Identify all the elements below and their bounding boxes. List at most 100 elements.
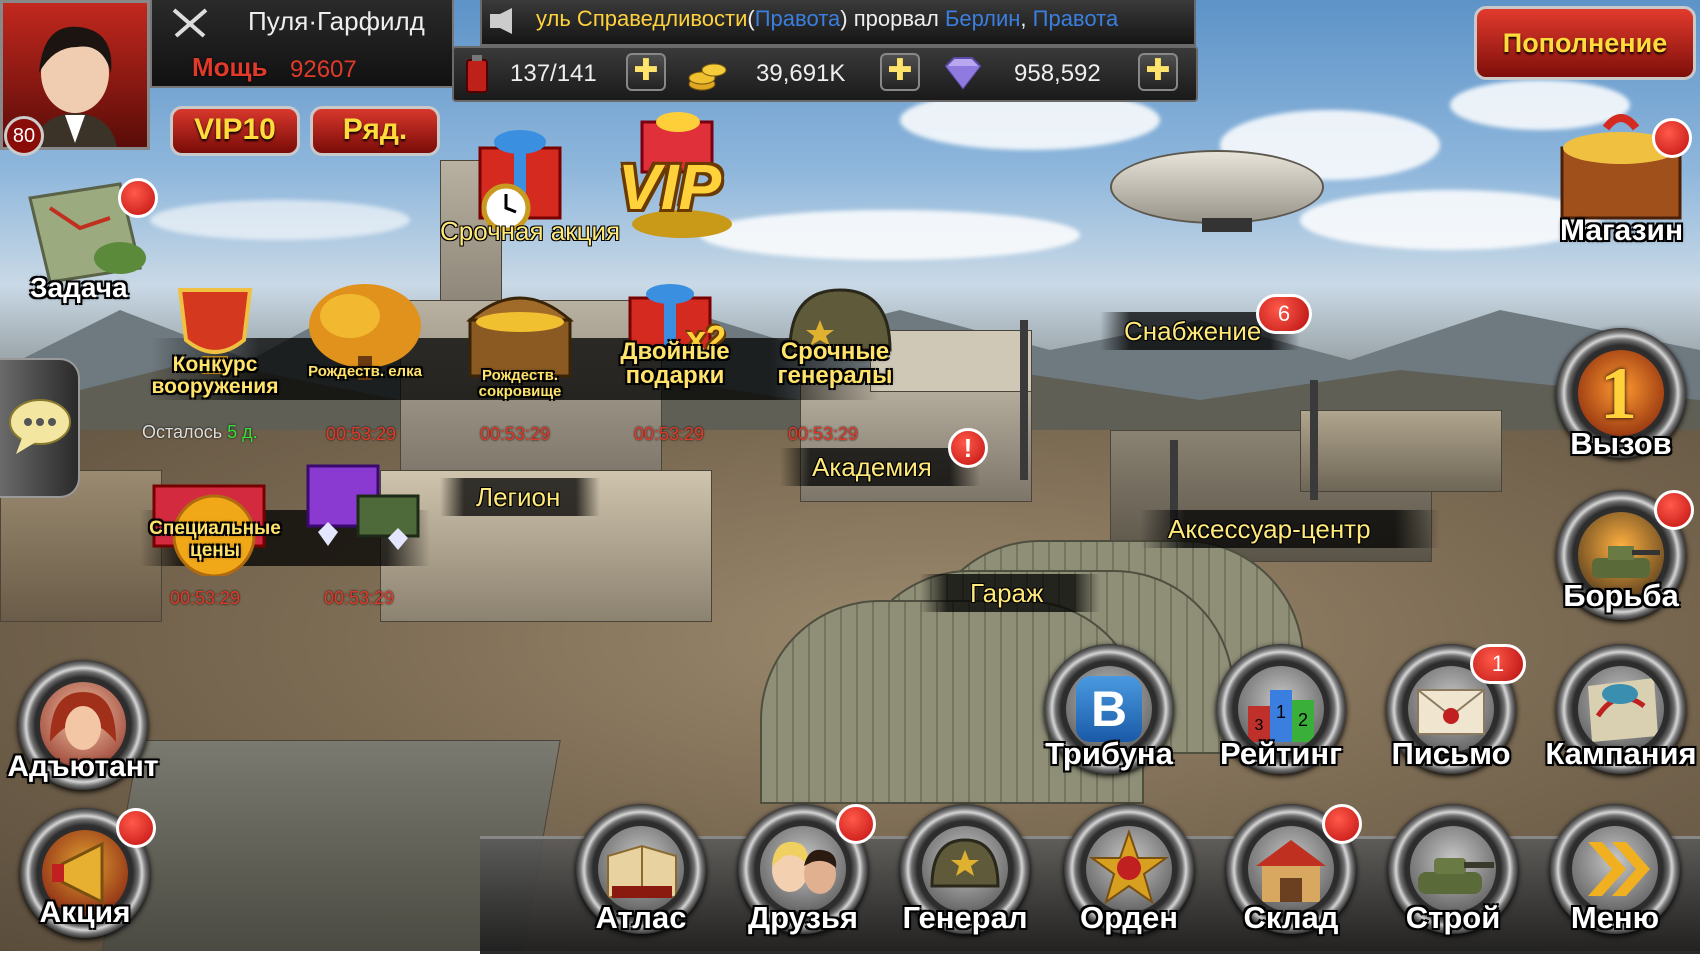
supply-count-badge: 6 bbox=[1256, 294, 1312, 334]
vip-button[interactable]: VIP10 bbox=[170, 106, 300, 156]
menu-button[interactable]: Меню bbox=[1550, 804, 1680, 935]
general-button[interactable]: Генерал bbox=[900, 804, 1030, 935]
special-prices-event[interactable]: Специальные цены bbox=[140, 456, 290, 586]
challenge-button[interactable]: 1 Вызов bbox=[1556, 328, 1686, 461]
double-gifts-label: Двойные подарки bbox=[620, 338, 730, 389]
power-label: Мощь bbox=[192, 52, 268, 82]
xmas-tree-event[interactable]: Рождеств. елка bbox=[300, 276, 430, 406]
adjutant-button[interactable]: Адъютант bbox=[7, 660, 159, 790]
ticker-text-2: прорвал bbox=[847, 6, 945, 31]
player-level: 80 bbox=[12, 125, 36, 147]
promo-label: Акция bbox=[39, 896, 131, 929]
xmas-treasure-event[interactable]: Рождеств. сокровище bbox=[450, 280, 590, 410]
supply-count: 6 bbox=[1277, 301, 1291, 326]
rank-label: Ряд. bbox=[342, 113, 408, 146]
add-fuel-button[interactable]: ✚ bbox=[626, 53, 666, 91]
shop-label: Магазин bbox=[1560, 214, 1684, 247]
campaign-button[interactable]: Кампания bbox=[1545, 644, 1697, 774]
remaining-label: Осталось bbox=[142, 422, 223, 442]
urgent-action-event[interactable]: Срочная акция bbox=[440, 118, 620, 258]
double-gifts-event[interactable]: x2 Двойные подарки bbox=[600, 278, 750, 408]
rating-button[interactable]: 3 1 2 Рейтинг bbox=[1216, 644, 1346, 774]
ticker-link-1[interactable]: Правота bbox=[755, 6, 841, 31]
svg-text:3: 3 bbox=[1255, 717, 1264, 734]
diamonds-value: 958,592 bbox=[1014, 60, 1101, 87]
vip-label: VIP10 bbox=[194, 113, 276, 146]
weapons-contest-event[interactable]: Конкурс вооружения bbox=[140, 280, 290, 410]
ticker-bracket-open: ( bbox=[747, 6, 755, 31]
formation-button[interactable]: Строй bbox=[1388, 804, 1518, 935]
accessory-center-label: Аксессуар-центр bbox=[1168, 514, 1371, 544]
shop-notification-dot bbox=[1652, 118, 1692, 158]
ticker-link-2[interactable]: Берлин bbox=[945, 6, 1020, 31]
letter-count: 1 bbox=[1491, 651, 1505, 676]
fight-notification-dot bbox=[1654, 490, 1694, 530]
academy-alert-icon[interactable]: ! bbox=[948, 428, 988, 468]
player-level-badge: 80 bbox=[4, 116, 44, 156]
diamond-gift-icon bbox=[306, 464, 420, 550]
chat-bubble-icon bbox=[9, 399, 71, 454]
plus-icon: ✚ bbox=[633, 53, 659, 88]
radio-tower bbox=[1310, 380, 1318, 500]
rank-button[interactable]: Ряд. bbox=[310, 106, 440, 156]
friends-notification-dot bbox=[836, 804, 876, 844]
diamond-pack-event[interactable] bbox=[298, 446, 438, 556]
resource-bar: 137/141 ✚ 39,691K ✚ 958,592 ✚ bbox=[452, 46, 1198, 102]
xmas-tree-timer: 00:53:29 bbox=[326, 424, 397, 444]
special-prices-timer: 00:53:29 bbox=[170, 588, 241, 608]
player-info-panel: Пуля·Гарфилд Мощь 92607 bbox=[150, 0, 454, 88]
weapons-contest-label: Конкурс вооружения bbox=[151, 353, 279, 398]
urgent-generals-event[interactable]: Срочные генералы bbox=[760, 280, 910, 410]
legion-label: Легион bbox=[476, 482, 561, 512]
recharge-button[interactable]: Пополнение bbox=[1474, 6, 1696, 80]
ticker-bracket-close: ) bbox=[840, 6, 848, 31]
power-value: 92607 bbox=[290, 56, 357, 83]
chat-button[interactable] bbox=[0, 358, 80, 498]
special-prices-label: Специальные цены bbox=[149, 518, 281, 561]
urgent-action-label: Срочная акция bbox=[440, 216, 621, 246]
recharge-label: Пополнение bbox=[1502, 28, 1668, 58]
remaining-value: 5 д. bbox=[227, 422, 258, 442]
add-gold-button[interactable]: ✚ bbox=[880, 53, 920, 91]
speaker-icon bbox=[490, 8, 512, 34]
xmas-treasure-label: Рождеств. сокровище bbox=[478, 367, 562, 400]
ticker-text-1: уль Справедливости bbox=[536, 6, 748, 31]
order-button[interactable]: Орден bbox=[1064, 804, 1194, 935]
promo-notification-dot bbox=[116, 808, 156, 848]
vip-event[interactable]: VIP bbox=[612, 112, 752, 242]
news-ticker[interactable]: уль Справедливости(Правота) прорвал Берл… bbox=[480, 0, 1196, 46]
challenge-rank-number: 1 bbox=[1600, 353, 1637, 435]
factory-building bbox=[1300, 410, 1502, 492]
double-gifts-timer: 00:53:29 bbox=[634, 424, 705, 444]
gold-value: 39,691K bbox=[756, 60, 846, 87]
gold-coins-icon bbox=[688, 63, 727, 91]
adjutant-label: Адъютант bbox=[7, 750, 159, 783]
task-notification-dot bbox=[118, 178, 158, 218]
diamond-icon bbox=[944, 57, 982, 90]
add-diamonds-button[interactable]: ✚ bbox=[1138, 53, 1178, 91]
urgent-generals-timer: 00:53:29 bbox=[788, 424, 859, 444]
tribune-label: Трибуна bbox=[1045, 736, 1173, 771]
task-label: Задача bbox=[30, 272, 128, 303]
svg-text:1: 1 bbox=[1276, 702, 1286, 722]
garage-plate[interactable]: Гараж bbox=[920, 574, 1100, 612]
supply-label: Снабжение bbox=[1124, 316, 1262, 346]
zeppelin[interactable] bbox=[1110, 150, 1324, 232]
xmas-tree-label: Рождеств. елка bbox=[308, 363, 422, 380]
fight-label: Борьба bbox=[1563, 578, 1679, 613]
tribune-button[interactable]: B Трибуна bbox=[1044, 644, 1174, 774]
ticker-comma: , bbox=[1020, 6, 1033, 31]
plus-icon: ✚ bbox=[1145, 53, 1171, 88]
warehouse-notification-dot bbox=[1322, 804, 1362, 844]
plus-icon: ✚ bbox=[887, 53, 913, 88]
atlas-button[interactable]: Атлас bbox=[576, 804, 706, 935]
legion-plate[interactable]: Легион bbox=[440, 478, 600, 516]
academy-label: Академия bbox=[812, 452, 932, 482]
player-name: Пуля·Гарфилд bbox=[248, 6, 425, 36]
radio-tower bbox=[1020, 320, 1028, 480]
garage-label: Гараж bbox=[970, 578, 1044, 608]
remaining-days: Осталось 5 д. bbox=[142, 422, 258, 443]
fuel-value: 137/141 bbox=[510, 60, 597, 87]
ticker-link-3[interactable]: Правота bbox=[1033, 6, 1119, 31]
accessory-center-plate[interactable]: Аксессуар-центр bbox=[1140, 510, 1440, 548]
